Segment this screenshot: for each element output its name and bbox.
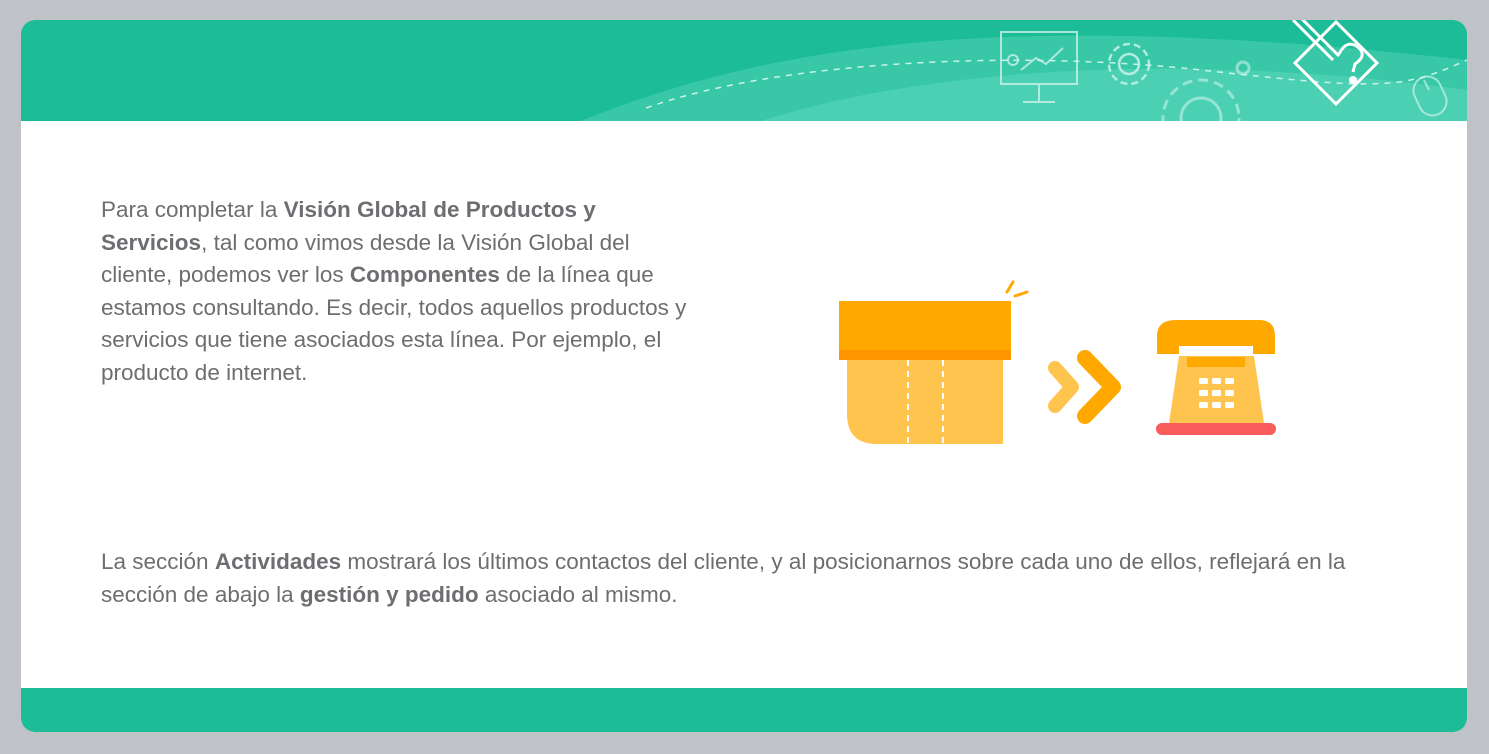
components-illustration bbox=[839, 280, 1276, 444]
header-banner bbox=[21, 20, 1467, 121]
header-decoration bbox=[581, 20, 1467, 121]
intro-bold-components: Componentes bbox=[349, 262, 500, 287]
slide: Para completar la Visión Global de Produ… bbox=[21, 20, 1467, 732]
footer-banner bbox=[21, 688, 1467, 732]
telephone-icon bbox=[1156, 320, 1276, 435]
activities-text-3: asociado al mismo. bbox=[478, 581, 678, 607]
activities-text-1: La sección bbox=[101, 549, 215, 574]
intro-paragraph: Para completar la Visión Global de Produ… bbox=[101, 194, 701, 389]
intro-text-1: Para completar la bbox=[101, 197, 284, 222]
double-chevron-right-icon bbox=[1048, 350, 1121, 424]
box-icon bbox=[839, 280, 1029, 444]
activities-paragraph: La sección Actividades mostrará los últi… bbox=[101, 546, 1351, 611]
activities-bold-actividades: Actividades bbox=[214, 549, 342, 574]
activities-bold-gestion-pedido: gestión y pedido bbox=[299, 581, 479, 607]
